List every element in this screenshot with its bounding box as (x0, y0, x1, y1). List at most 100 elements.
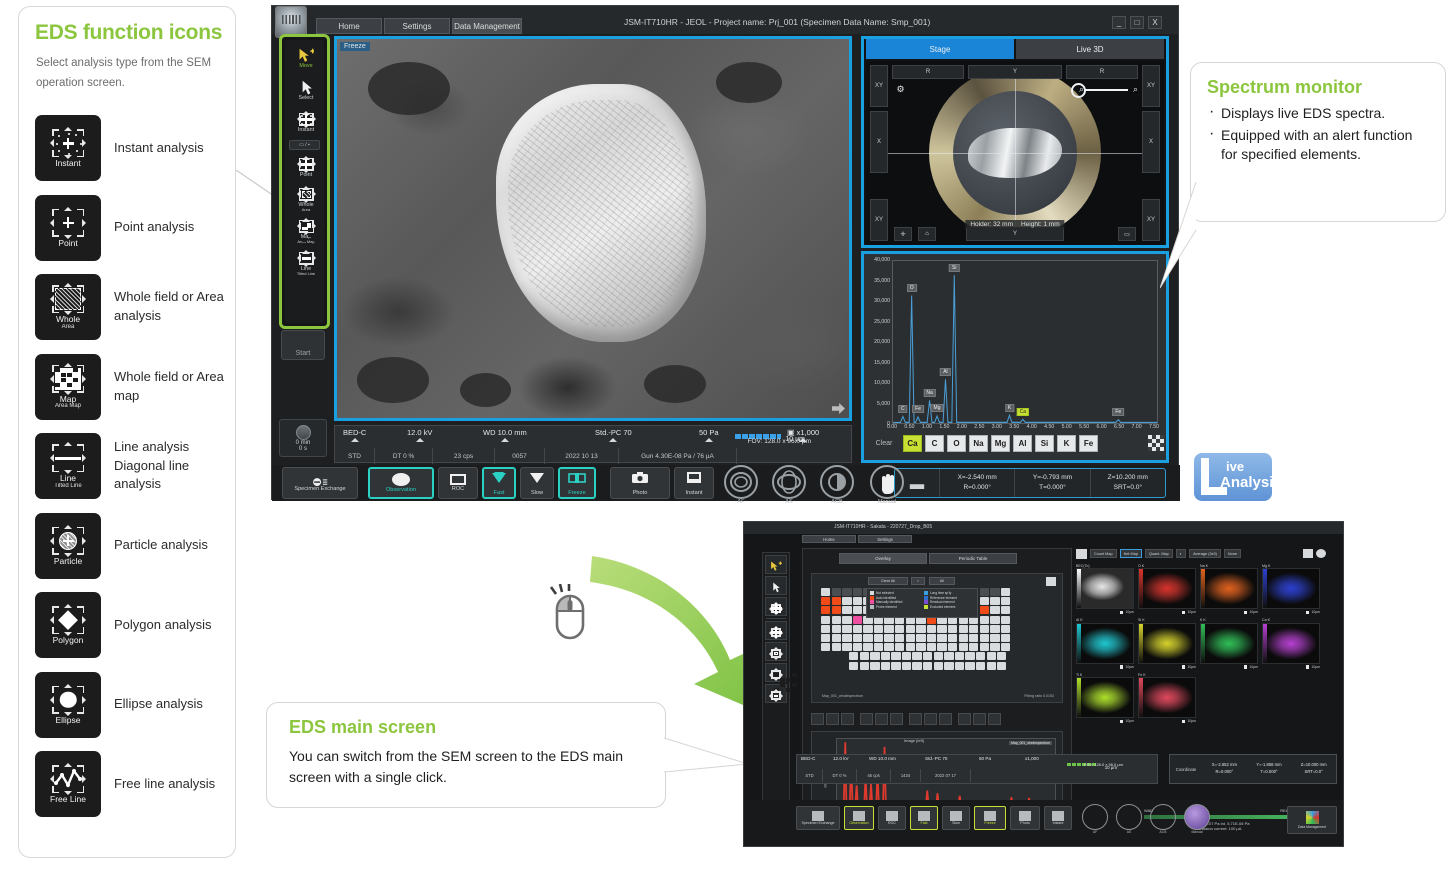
periodic-element[interactable] (937, 643, 946, 651)
periodic-element[interactable] (853, 606, 862, 614)
element-map-cell[interactable]: Na K 10µm (1200, 564, 1258, 614)
stage-pad-y-top[interactable]: Y (968, 65, 1062, 79)
periodic-element[interactable] (821, 625, 830, 633)
periodic-element[interactable] (853, 625, 862, 633)
specimen-exchange-button[interactable]: Specimen Exchange (282, 467, 358, 499)
periodic-element[interactable] (937, 625, 946, 633)
tab-stage[interactable]: Stage (866, 39, 1014, 59)
sem-menu-tab-data-management[interactable]: Data Management (452, 18, 522, 34)
center-icon[interactable]: ✛ (894, 227, 912, 241)
element-map-cell[interactable]: K K 10µm (1200, 618, 1258, 668)
free-line-icon-tile[interactable]: Free Line (35, 751, 101, 817)
all-button[interactable]: All (929, 577, 955, 585)
periodic-element[interactable] (853, 634, 862, 642)
periodic-element[interactable] (884, 625, 893, 633)
element-map-cell[interactable]: Fe K 10µm (1138, 673, 1196, 723)
eds-tool-icon-6[interactable] (909, 713, 922, 725)
minimize-button[interactable]: _ (1112, 16, 1126, 29)
home-icon[interactable]: ⌂ (918, 227, 936, 241)
element-button-mg[interactable]: Mg (991, 435, 1010, 452)
sem-menu-tab-home[interactable]: Home (316, 18, 382, 34)
camera-button[interactable]: Photo (610, 467, 670, 499)
periodic-element[interactable] (944, 652, 953, 660)
periodic-element[interactable] (891, 662, 900, 670)
periodic-element[interactable] (1001, 625, 1010, 633)
clear-all-button[interactable]: Clear All (868, 577, 908, 585)
element-button-o[interactable]: O (947, 435, 966, 452)
periodic-element[interactable] (990, 588, 999, 596)
periodic-element[interactable] (821, 616, 830, 624)
eds-tool-icon-10[interactable] (973, 713, 986, 725)
periodic-element[interactable] (842, 606, 851, 614)
periodic-element[interactable] (980, 616, 989, 624)
periodic-element[interactable] (965, 652, 974, 660)
periodic-element[interactable] (980, 625, 989, 633)
periodic-element[interactable] (821, 597, 830, 605)
periodic-element[interactable] (965, 662, 974, 670)
stage-pad-y-bottom[interactable]: Y (966, 227, 1064, 241)
element-button-al[interactable]: Al (1013, 435, 1032, 452)
eds-tool-icon-0[interactable] (811, 713, 824, 725)
periodic-element[interactable] (969, 625, 978, 633)
eds-tool-icon-5[interactable] (890, 713, 903, 725)
map-image[interactable] (1262, 568, 1320, 609)
map-area-map-icon-tile[interactable]: MapArea Map (35, 354, 101, 420)
map-source-icon[interactable] (1076, 549, 1087, 559)
periodic-element[interactable] (959, 643, 968, 651)
map-image[interactable] (1138, 568, 1196, 609)
periodic-element[interactable] (987, 662, 996, 670)
map-image[interactable] (1200, 568, 1258, 609)
periodic-element[interactable] (891, 652, 900, 660)
freeze-button[interactable]: Freeze (558, 467, 596, 499)
eds-acb-button[interactable]: ACB (1150, 804, 1176, 830)
element-map-cell[interactable]: Al K 10µm (1076, 618, 1134, 668)
periodic-element[interactable] (997, 662, 1006, 670)
periodic-element[interactable] (821, 643, 830, 651)
map-toolbar-button[interactable]: ◐ (1176, 549, 1186, 558)
whole-area-icon-tile[interactable]: WholeArea (35, 274, 101, 340)
periodic-element[interactable] (821, 588, 830, 596)
periodic-element[interactable] (874, 643, 883, 651)
maximize-button[interactable]: □ (1130, 16, 1144, 29)
periodic-element[interactable] (980, 588, 989, 596)
periodic-element[interactable] (832, 616, 841, 624)
eds-roc-button[interactable]: ROC (878, 806, 906, 830)
sem-menu-tab-settings[interactable]: Settings (384, 18, 450, 34)
eds-af-button[interactable]: AF (1082, 804, 1108, 830)
element-map-cell[interactable]: Mg K 10µm (1262, 564, 1320, 614)
eds-manual-button[interactable]: Manual (1184, 804, 1210, 830)
tab-overlay[interactable]: Overlay (839, 553, 927, 564)
periodic-element[interactable] (969, 643, 978, 651)
periodic-element[interactable] (948, 643, 957, 651)
line-tilted-line-icon-tile[interactable]: LineTilted Line (35, 433, 101, 499)
periodic-element[interactable] (948, 634, 957, 642)
instant-icon-tile[interactable]: Instant (35, 115, 101, 181)
periodic-element[interactable] (860, 662, 869, 670)
periodic-element[interactable] (853, 588, 862, 596)
periodic-element[interactable] (853, 616, 862, 624)
periodic-element[interactable] (881, 662, 890, 670)
periodic-element[interactable] (895, 634, 904, 642)
periodic-element[interactable] (937, 634, 946, 642)
map-toolbar-button[interactable]: Average (3x3) (1189, 549, 1221, 558)
polygon-icon-tile[interactable]: Polygon (35, 592, 101, 658)
periodic-element[interactable] (969, 634, 978, 642)
gear-icon[interactable] (1316, 549, 1326, 558)
periodic-element[interactable] (927, 625, 936, 633)
periodic-element[interactable] (916, 634, 925, 642)
periodic-element[interactable] (821, 634, 830, 642)
periodic-element[interactable] (863, 634, 872, 642)
eds-rail-point[interactable] (765, 621, 787, 640)
element-map-cell[interactable]: Ca K 10µm (1262, 618, 1320, 668)
periodic-element[interactable] (912, 662, 921, 670)
eds-tool-icon-8[interactable] (939, 713, 952, 725)
periodic-element[interactable] (980, 634, 989, 642)
periodic-element[interactable] (860, 652, 869, 660)
periodic-element[interactable] (990, 625, 999, 633)
element-map-cell[interactable]: BEC(To) 10µm (1076, 564, 1134, 614)
periodic-element[interactable] (906, 643, 915, 651)
eds-instant-capture-button[interactable]: Instant (1044, 806, 1072, 830)
eds-specimen-exchange-button[interactable]: Specimen Exchange (796, 806, 840, 830)
roc-button[interactable]: ROC (438, 467, 478, 499)
periodic-element[interactable] (912, 652, 921, 660)
